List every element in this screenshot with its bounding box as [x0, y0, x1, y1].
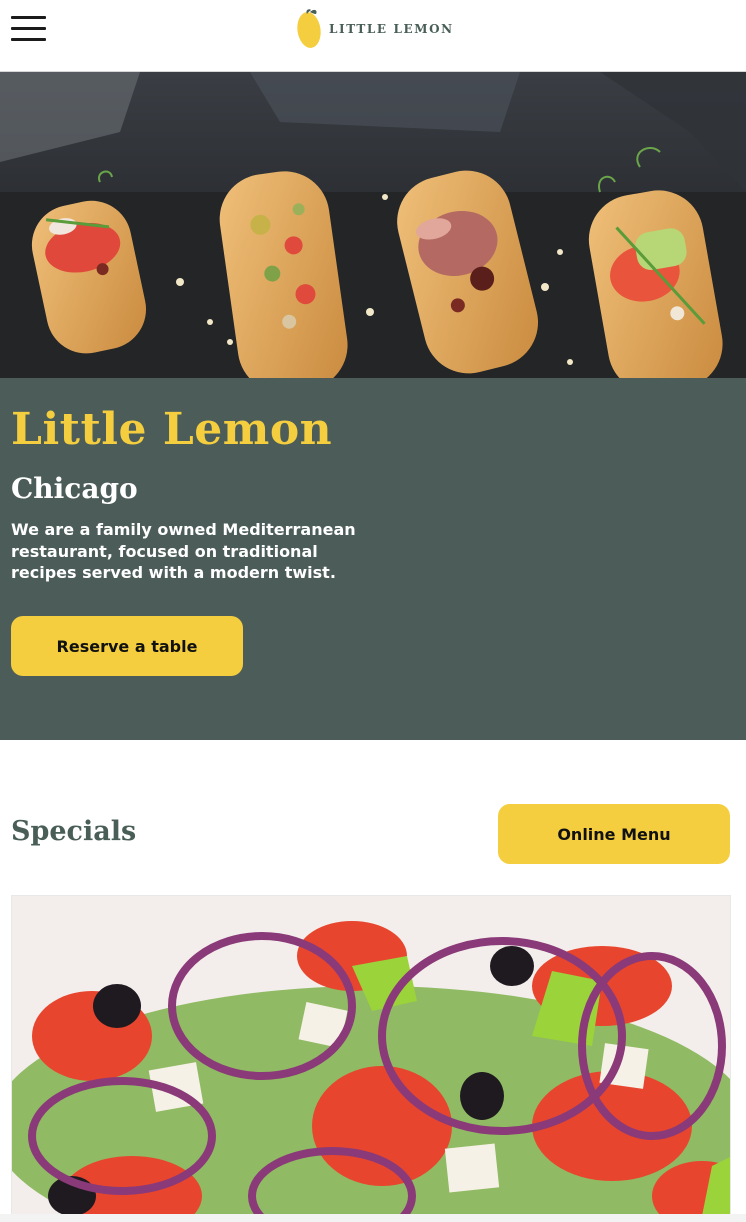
hero-title: Little Lemon — [11, 404, 333, 455]
hero-photo — [0, 72, 746, 378]
site-logo[interactable]: LITTLE LEMON — [296, 8, 454, 50]
specials-title: Specials — [11, 816, 137, 847]
site-header: LITTLE LEMON — [0, 0, 746, 72]
card-bottom-strip — [0, 1214, 746, 1222]
lemon-icon — [297, 9, 321, 48]
logo-text: LITTLE LEMON — [329, 22, 454, 36]
special-card-image[interactable] — [11, 895, 731, 1215]
reserve-table-button[interactable]: Reserve a table — [11, 616, 243, 676]
hamburger-menu-icon[interactable] — [11, 14, 47, 44]
hero-section: Little Lemon Chicago We are a family own… — [0, 378, 746, 740]
hero-city: Chicago — [11, 472, 138, 505]
online-menu-button[interactable]: Online Menu — [498, 804, 730, 864]
hero-description: We are a family owned Mediterranean rest… — [11, 520, 356, 582]
